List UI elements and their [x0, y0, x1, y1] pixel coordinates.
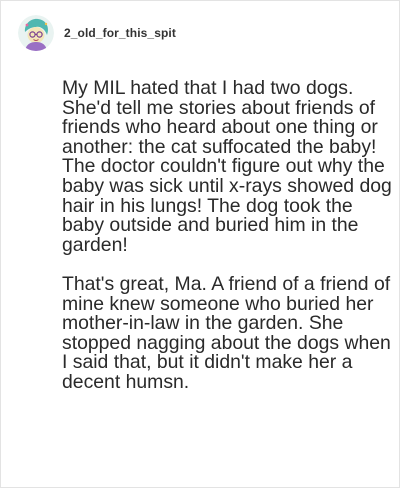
comment-card: 2_old_for_this_spit My MIL hated that I … [0, 0, 400, 488]
comment-paragraph: My MIL hated that I had two dogs. She'd … [62, 77, 392, 256]
comment-header: 2_old_for_this_spit [18, 15, 176, 51]
comment-body: My MIL hated that I had two dogs. She'd … [62, 77, 392, 393]
username[interactable]: 2_old_for_this_spit [64, 26, 176, 40]
cartoon-avatar-icon [18, 15, 54, 51]
avatar[interactable] [18, 15, 54, 51]
comment-paragraph: That's great, Ma. A friend of a friend o… [62, 272, 391, 393]
